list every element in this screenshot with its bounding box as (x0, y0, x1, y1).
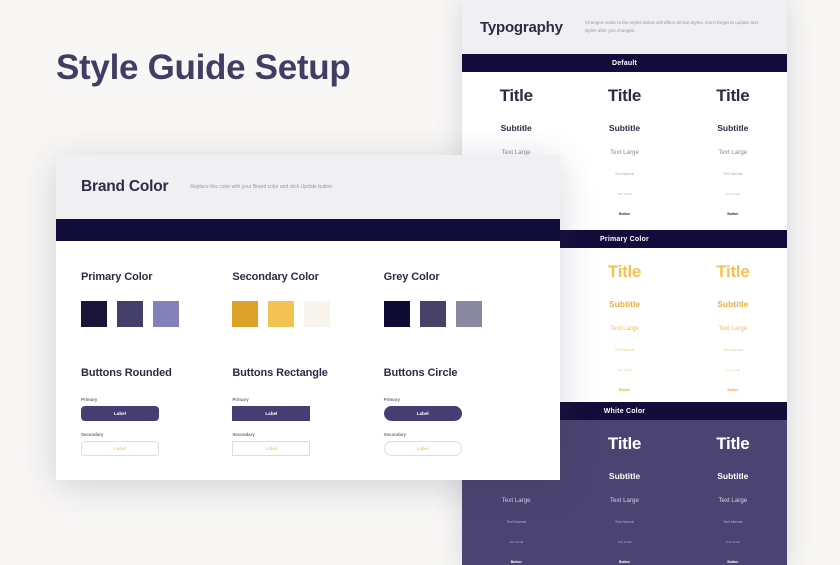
typography-header: Typography Changes made to the styles be… (462, 0, 787, 54)
button-groups-row: Buttons Rounded Primary Label Secondary … (81, 367, 535, 456)
type-column: Title Subtitle Text Large Text Normal Te… (570, 434, 678, 564)
row-subtitle: Subtitle (717, 471, 749, 481)
row-text-small: Text Small (617, 540, 632, 544)
type-column: Title Subtitle Text Large Text Normal Te… (679, 86, 787, 216)
row-button: Button (510, 560, 522, 564)
color-groups-row: Primary Color Secondary Color Grey Color (81, 271, 535, 327)
row-text-large: Text Large (718, 497, 748, 504)
row-text-normal: Text Normal (723, 520, 743, 524)
swatch-list (81, 301, 232, 327)
row-title: Title (499, 86, 533, 105)
color-group-primary: Primary Color (81, 271, 232, 327)
type-column: Title Subtitle Text Large Text Normal Te… (679, 434, 787, 564)
color-swatch[interactable] (153, 301, 179, 327)
row-text-large: Text Large (610, 325, 639, 332)
row-text-large: Text Large (610, 497, 639, 504)
row-button: Button (727, 388, 739, 392)
color-swatch[interactable] (232, 301, 259, 327)
swatch-list (383, 301, 535, 327)
row-text-small: Text Small (617, 192, 632, 196)
color-swatch[interactable] (117, 301, 143, 327)
row-text-normal: Text Normal (614, 520, 635, 524)
row-title: Title (716, 86, 750, 105)
primary-button[interactable]: Label (81, 406, 159, 421)
button-group-circle: Buttons Circle Primary Label Secondary L… (383, 367, 535, 456)
button-group-rounded: Buttons Rounded Primary Label Secondary … (81, 367, 232, 456)
button-group-label: Buttons Rounded (81, 367, 172, 379)
brand-color-header: Brand Color Replace this color with your… (56, 155, 560, 219)
row-subtitle: Subtitle (717, 123, 749, 133)
row-subtitle: Subtitle (500, 123, 532, 133)
brand-color-band (56, 219, 560, 241)
secondary-button[interactable]: Label (383, 441, 462, 456)
swatch-list (232, 301, 383, 327)
row-text-small: Text Small (725, 368, 740, 372)
row-text-large: Text Large (501, 497, 531, 504)
button-group-rectangle: Buttons Rectangle Primary Label Secondar… (232, 367, 383, 456)
button-group-label: Buttons Rectangle (232, 367, 328, 379)
secondary-button-caption: Secondary (81, 432, 104, 437)
color-group-grey: Grey Color (383, 271, 535, 327)
primary-button-caption: Primary (232, 397, 249, 402)
color-swatch[interactable] (419, 301, 446, 327)
brand-color-panel: Brand Color Replace this color with your… (56, 155, 560, 480)
color-swatch[interactable] (81, 301, 107, 327)
typography-title: Typography (480, 18, 563, 36)
color-swatch[interactable] (304, 301, 331, 327)
row-button: Button (619, 212, 630, 216)
row-text-normal: Text Normal (506, 520, 526, 524)
brand-color-title: Brand Color (81, 178, 169, 195)
typography-description: Changes made to the styles below will af… (584, 19, 758, 33)
row-text-normal: Text Normal (723, 172, 743, 176)
row-text-large: Text Large (718, 325, 748, 332)
primary-button[interactable]: Label (232, 406, 311, 421)
secondary-button-caption: Secondary (383, 432, 407, 437)
page-title: Style Guide Setup (56, 48, 351, 87)
row-subtitle: Subtitle (608, 123, 641, 133)
row-title: Title (716, 434, 750, 453)
color-swatch[interactable] (455, 301, 482, 327)
row-subtitle: Subtitle (608, 299, 641, 309)
row-text-small: Text Small (725, 540, 740, 544)
row-text-small: Text Small (509, 540, 524, 544)
row-button: Button (619, 388, 630, 392)
type-column: Title Subtitle Text Large Text Normal Te… (570, 86, 678, 216)
row-title: Title (607, 434, 642, 453)
button-group-label: Buttons Circle (383, 367, 458, 379)
row-button: Button (727, 212, 739, 216)
secondary-button[interactable]: Label (81, 441, 159, 456)
row-button: Button (727, 560, 739, 564)
row-title: Title (607, 86, 642, 105)
row-text-normal: Text Normal (614, 348, 635, 352)
color-group-secondary: Secondary Color (232, 271, 383, 327)
color-swatch[interactable] (268, 301, 295, 327)
row-button: Button (619, 560, 630, 564)
row-text-small: Text Small (617, 368, 632, 372)
row-text-normal: Text Normal (614, 172, 635, 176)
color-group-label: Primary Color (81, 271, 153, 283)
band-default: Default (462, 54, 787, 72)
primary-button-caption: Primary (81, 397, 98, 402)
row-subtitle: Subtitle (608, 471, 641, 481)
color-group-label: Grey Color (383, 271, 440, 283)
row-text-small: Text Small (725, 192, 740, 196)
color-group-label: Secondary Color (232, 271, 319, 283)
row-title: Title (607, 262, 642, 281)
row-text-large: Text Large (610, 149, 639, 156)
row-title: Title (716, 262, 750, 281)
type-column: Title Subtitle Text Large Text Normal Te… (679, 262, 787, 392)
color-swatch[interactable] (383, 301, 410, 327)
brand-color-body: Primary Color Secondary Color Grey Color (56, 241, 560, 456)
brand-color-description: Replace this color with your Brand color… (190, 184, 333, 190)
row-subtitle: Subtitle (717, 299, 749, 309)
secondary-button[interactable]: Label (232, 441, 311, 456)
primary-button-caption: Primary (383, 397, 401, 402)
primary-button[interactable]: Label (383, 406, 462, 421)
row-text-large: Text Large (718, 149, 748, 156)
row-text-normal: Text Normal (723, 348, 743, 352)
secondary-button-caption: Secondary (232, 432, 255, 437)
type-column: Title Subtitle Text Large Text Normal Te… (570, 262, 678, 392)
